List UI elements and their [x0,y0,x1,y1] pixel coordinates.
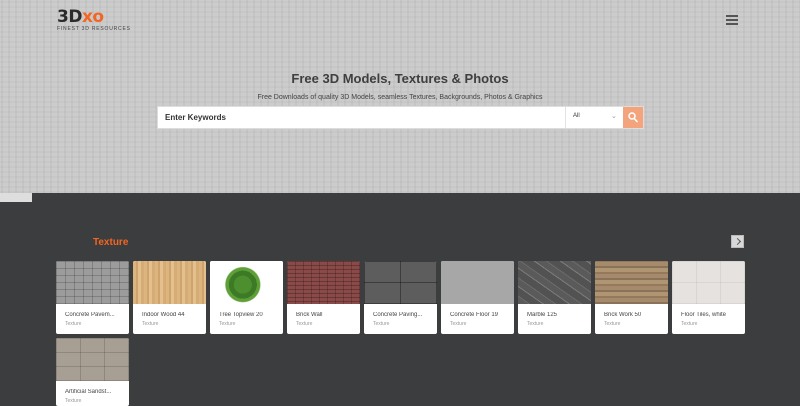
category-select-value: All [573,113,580,119]
texture-thumbnail [518,261,591,304]
texture-thumbnail [56,338,129,381]
card-title: Concrete Pavem... [65,312,115,318]
card-title: Brick Work 50 [604,312,642,318]
texture-thumbnail [364,261,437,304]
card-category: Texture [681,321,698,327]
card-category: Texture [296,321,313,327]
tab-strip [0,193,32,202]
texture-card[interactable]: Floor Tiles, white Texture [672,261,745,334]
site-logo[interactable]: 3Dxo FINEST 3D RESOURCES [57,7,130,33]
texture-card[interactable]: Brick Wall Texture [287,261,360,334]
section-title-texture[interactable]: Texture [93,237,128,248]
card-category: Texture [219,321,236,327]
card-title: Tree Topview 20 [219,312,263,318]
texture-thumbnail [133,261,206,304]
texture-card[interactable]: Concrete Pavem... Texture [56,261,129,334]
hamburger-menu-icon[interactable] [726,15,738,25]
texture-card[interactable]: Concrete Floor 19 Texture [441,261,514,334]
texture-card[interactable]: Tree Topview 20 Texture [210,261,283,334]
texture-thumbnail [210,261,283,304]
texture-card[interactable]: Brick Work 50 Texture [595,261,668,334]
logo-tagline: FINEST 3D RESOURCES [57,26,131,32]
texture-thumbnail [441,261,514,304]
category-select[interactable]: All ⌄ [565,107,623,128]
card-category: Texture [142,321,159,327]
texture-card[interactable]: Indoor Wood 44 Texture [133,261,206,334]
card-title: Indoor Wood 44 [142,312,185,318]
hero-title: Free 3D Models, Textures & Photos [291,71,509,86]
texture-thumbnail [56,261,129,304]
texture-card[interactable]: Concrete Paving... Texture [364,261,437,334]
search-input[interactable] [158,107,566,128]
texture-thumbnail [595,261,668,304]
texture-thumbnail [672,261,745,304]
card-title: Concrete Floor 19 [450,312,499,318]
logo-wordmark: 3Dxo [57,7,104,27]
card-title: Marble 125 [527,312,558,318]
search-icon [628,112,638,123]
chevron-right-icon[interactable] [731,235,744,248]
card-title: Concrete Paving... [373,312,423,318]
texture-thumbnail [287,261,360,304]
card-title: Floor Tiles, white [681,312,727,318]
card-category: Texture [450,321,467,327]
card-category: Texture [65,398,82,404]
chevron-down-icon: ⌄ [611,113,617,120]
card-category: Texture [604,321,621,327]
texture-card[interactable]: Marble 125 Texture [518,261,591,334]
card-title: Artificial Sandst... [65,389,112,395]
search-button[interactable] [623,107,643,128]
card-category: Texture [527,321,544,327]
texture-card[interactable]: Artificial Sandst... Texture [56,338,129,406]
card-category: Texture [373,321,390,327]
card-category: Texture [65,321,82,327]
card-title: Brick Wall [296,312,323,318]
hero-subtitle: Free Downloads of quality 3D Models, sea… [257,94,543,101]
